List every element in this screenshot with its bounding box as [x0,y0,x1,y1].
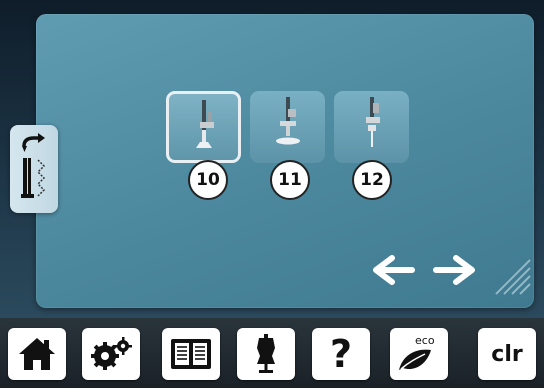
eco-icon: eco [397,334,441,374]
help-button[interactable]: ? [312,328,370,380]
presser-foot-12-icon [365,97,380,147]
home-button[interactable] [8,328,66,380]
presser-foot-button-11[interactable] [250,91,325,163]
presser-foot-button-12[interactable] [334,91,409,163]
presser-foot-stitch-icon [21,133,46,198]
presser-foot-number-11: 11 [270,160,310,200]
presser-foot-button-10[interactable] [166,91,241,163]
clear-label: clr [491,341,523,367]
presser-foot-number-12: 12 [352,160,392,200]
display-screen: 10 11 12 [0,0,544,318]
book-icon [171,339,211,369]
presser-foot-number-10: 10 [188,160,228,200]
sewing-consultant-button[interactable] [237,328,295,380]
leaf-icon [399,349,431,370]
presser-foot-10-icon [195,100,214,148]
setup-button[interactable] [82,328,140,380]
arrow-right-icon[interactable] [432,250,480,290]
resize-grip-icon [495,259,531,295]
home-icon [19,338,55,370]
dress-form-icon [257,334,275,373]
arrow-left-icon[interactable] [368,250,416,290]
gears-icon [91,337,132,370]
eco-button[interactable]: eco [390,328,448,380]
clear-button[interactable]: clr [478,328,536,380]
presser-foot-side-tab[interactable] [10,125,58,213]
bottom-toolbar: ? eco clr [0,318,544,388]
tutorial-button[interactable] [162,328,220,380]
help-label: ? [329,332,353,376]
presser-foot-11-icon [275,97,300,145]
